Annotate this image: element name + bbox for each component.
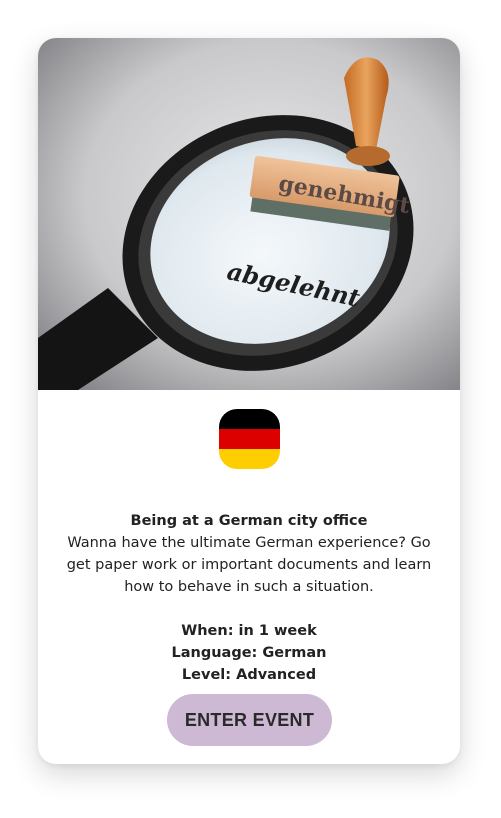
event-level: Level: Advanced xyxy=(181,667,317,683)
event-language: Language: German xyxy=(171,645,327,661)
event-description: Wanna have the ultimate German experienc… xyxy=(66,535,432,595)
event-when: When: in 1 week xyxy=(181,623,317,639)
event-title: Being at a German city office xyxy=(130,513,368,529)
event-details: Being at a German city office Wanna have… xyxy=(38,510,460,686)
event-card: genehmigt abgelehnt Being at a German ci… xyxy=(38,38,460,764)
german-flag-icon xyxy=(219,409,280,469)
flag-band-red xyxy=(219,429,280,449)
flag-band-gold xyxy=(219,449,280,469)
event-image: genehmigt abgelehnt xyxy=(38,38,460,390)
flag-band-black xyxy=(219,409,280,429)
event-meta: When: in 1 week Language: German Level: … xyxy=(38,620,460,686)
enter-event-button[interactable]: ENTER EVENT xyxy=(167,694,332,746)
